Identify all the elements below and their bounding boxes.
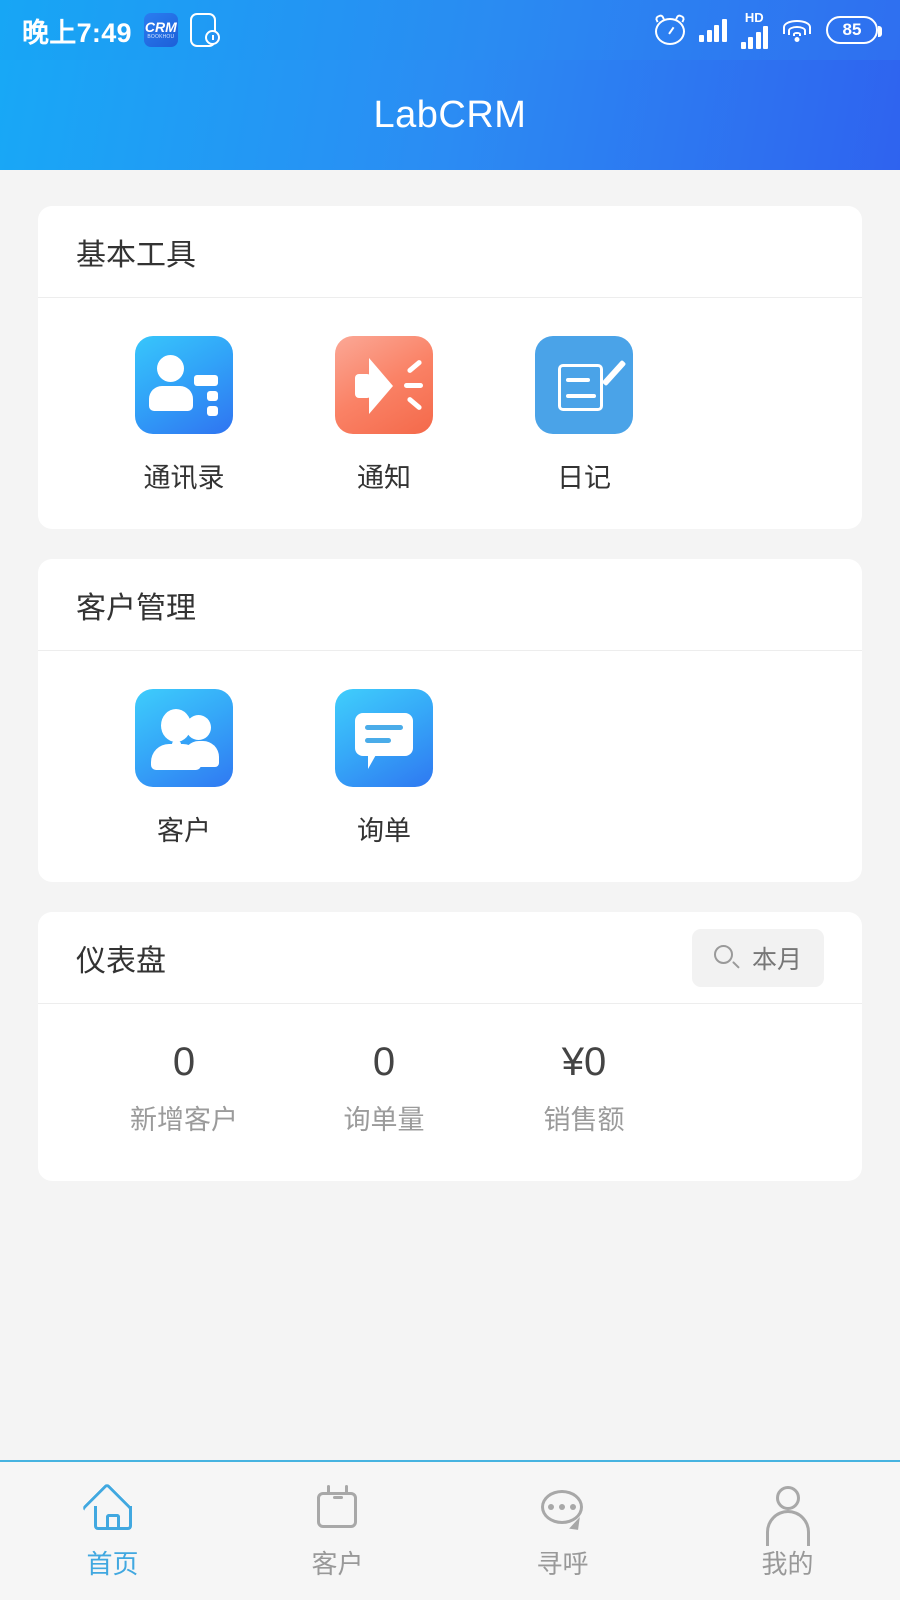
- status-time: 晚上7:49: [22, 11, 132, 50]
- tile-notifications-label: 通知: [357, 456, 411, 495]
- hd-signal-icon: HD: [741, 11, 769, 49]
- card-customer-management-header: 客户管理: [38, 559, 862, 651]
- app-root: 晚上7:49 CRM BOOKHOU HD: [0, 0, 900, 1600]
- alarm-clock-icon: [655, 15, 685, 45]
- signal-bars-icon: [699, 18, 727, 42]
- document-timer-icon-clock: [205, 30, 220, 45]
- stat-new-customers-label: 新增客户: [130, 1098, 238, 1137]
- dashboard-period-filter-label: 本月: [752, 940, 802, 976]
- calendar-icon: [311, 1480, 365, 1534]
- stat-new-customers-value: 0: [173, 1040, 195, 1084]
- tab-mine-label: 我的: [761, 1544, 813, 1581]
- tile-customer-label: 客户: [157, 809, 211, 848]
- contacts-icon[interactable]: [135, 336, 233, 434]
- stat-inquiry-count-value: 0: [373, 1040, 395, 1084]
- inquiry-chat-icon[interactable]: [335, 689, 433, 787]
- tile-contacts[interactable]: 通讯录: [84, 336, 284, 495]
- card-basic-tools-header: 基本工具: [38, 206, 862, 298]
- tab-mine[interactable]: 我的: [675, 1480, 900, 1581]
- chat-dots-icon: [536, 1480, 590, 1534]
- crm-app-icon: CRM BOOKHOU: [144, 13, 178, 47]
- card-basic-tools: 基本工具 通讯录 通知: [38, 206, 862, 529]
- document-timer-icon: [190, 13, 220, 47]
- crm-app-icon-primary-text: CRM: [145, 20, 177, 34]
- card-customer-management: 客户管理 客户 询单: [38, 559, 862, 882]
- tile-contacts-label: 通讯录: [144, 456, 225, 495]
- tab-home-label: 首页: [86, 1544, 138, 1581]
- signal-bars-icon-2: [741, 25, 769, 49]
- bottom-navigation: 首页 客户 寻呼 我的: [0, 1460, 900, 1600]
- card-basic-tools-grid: 通讯录 通知 日记: [38, 298, 862, 529]
- stat-inquiry-count: 0 询单量: [284, 1040, 484, 1137]
- app-header: LabCRM: [0, 60, 900, 170]
- card-dashboard-header: 仪表盘 本月: [38, 912, 862, 1004]
- status-bar: 晚上7:49 CRM BOOKHOU HD: [0, 0, 900, 60]
- tile-diary-label: 日记: [557, 456, 611, 495]
- stat-new-customers: 0 新增客户: [84, 1040, 284, 1137]
- card-customer-management-grid: 客户 询单: [38, 651, 862, 882]
- dashboard-stats: 0 新增客户 0 询单量 ¥0 销售额: [38, 1004, 862, 1181]
- tile-customer[interactable]: 客户: [84, 689, 284, 848]
- page-title: LabCRM: [374, 94, 527, 137]
- main-content: 基本工具 通讯录 通知: [0, 170, 900, 1460]
- hd-label: HD: [745, 11, 764, 24]
- tile-notifications[interactable]: 通知: [284, 336, 484, 495]
- tab-home[interactable]: 首页: [0, 1480, 225, 1581]
- tile-inquiry[interactable]: 询单: [284, 689, 484, 848]
- stat-inquiry-count-label: 询单量: [344, 1098, 425, 1137]
- card-basic-tools-title: 基本工具: [76, 230, 196, 274]
- card-dashboard-title: 仪表盘: [76, 936, 166, 980]
- customers-icon[interactable]: [135, 689, 233, 787]
- tab-customer[interactable]: 客户: [225, 1480, 450, 1581]
- card-dashboard: 仪表盘 本月 0 新增客户 0 询单量 ¥0: [38, 912, 862, 1181]
- stat-sales-amount-value: ¥0: [562, 1040, 607, 1084]
- home-icon: [86, 1480, 140, 1534]
- crm-app-icon-secondary-text: BOOKHOU: [147, 35, 174, 40]
- search-icon: [714, 945, 740, 971]
- dashboard-period-filter[interactable]: 本月: [692, 929, 824, 987]
- status-bar-right: HD 85: [655, 11, 878, 49]
- megaphone-icon[interactable]: [335, 336, 433, 434]
- stat-sales-amount-label: 销售额: [544, 1098, 625, 1137]
- tab-paging-label: 寻呼: [536, 1544, 588, 1581]
- stat-sales-amount: ¥0 销售额: [484, 1040, 684, 1137]
- battery-level-text: 85: [843, 20, 862, 40]
- tab-paging[interactable]: 寻呼: [450, 1480, 675, 1581]
- tile-diary[interactable]: 日记: [484, 336, 684, 495]
- card-customer-management-title: 客户管理: [76, 583, 196, 627]
- wifi-icon: [782, 18, 812, 42]
- status-bar-left: 晚上7:49 CRM BOOKHOU: [22, 11, 220, 50]
- battery-indicator: 85: [826, 16, 878, 44]
- note-edit-icon[interactable]: [535, 336, 633, 434]
- tile-inquiry-label: 询单: [357, 809, 411, 848]
- person-icon: [761, 1480, 815, 1534]
- tab-customer-label: 客户: [311, 1544, 363, 1581]
